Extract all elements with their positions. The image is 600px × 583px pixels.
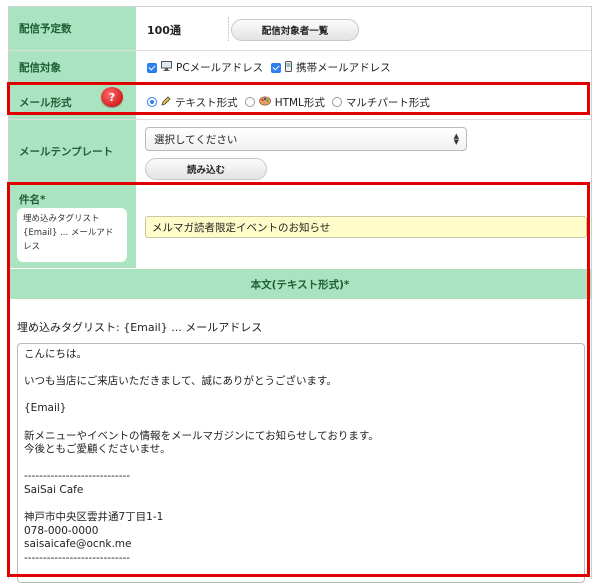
pc-mail-label: PCメールアドレス bbox=[176, 62, 264, 74]
recipient-list-button[interactable]: 配信対象者一覧 bbox=[231, 19, 359, 41]
body-line: ---------------------------- bbox=[24, 470, 131, 483]
text-format-label: テキスト形式 bbox=[175, 96, 238, 109]
row-mail-format: メール形式 ? テキスト形式 HTML形式 マルチパート形式 bbox=[9, 85, 591, 119]
subject-tag-list: 埋め込みタグリスト {Email} ... メールアドレス bbox=[17, 208, 127, 262]
mobile-phone-icon bbox=[285, 60, 293, 75]
body-line: saisaicafe@ocnk.me bbox=[24, 538, 132, 551]
row-delivery-count: 配信予定数 100通 配信対象者一覧 bbox=[9, 7, 591, 50]
mobile-mail-checkbox[interactable] bbox=[271, 62, 282, 73]
body-line bbox=[24, 389, 578, 403]
body-line: ---------------------------- bbox=[24, 551, 131, 564]
template-select[interactable]: 選択してください ▲ ▼ bbox=[145, 127, 467, 151]
pen-icon bbox=[161, 95, 171, 109]
delivery-count-label: 配信予定数 bbox=[9, 7, 136, 50]
body-line bbox=[24, 498, 578, 512]
load-template-button[interactable]: 読み込む bbox=[145, 158, 267, 180]
html-format-label: HTML形式 bbox=[274, 96, 325, 109]
tag-email[interactable]: {Email} ... メールアドレス bbox=[23, 226, 121, 254]
body-line: 今後ともご愛顧くださいませ。 bbox=[24, 443, 171, 456]
row-delivery-target: 配信対象 PCメールアドレス 携帯メールアドレス bbox=[9, 51, 591, 84]
palette-icon bbox=[258, 96, 271, 109]
mail-form: 配信予定数 100通 配信対象者一覧 配信対象 PCメールアドレス 携帯メールア… bbox=[8, 6, 592, 583]
select-arrows-icon: ▲ ▼ bbox=[453, 132, 459, 146]
text-format-radio[interactable] bbox=[147, 97, 157, 107]
pc-mail-checkbox[interactable] bbox=[147, 62, 157, 73]
help-icon[interactable]: ? bbox=[101, 87, 123, 107]
body-line: 新メニューやイベントの情報をメールマガジンにてお知らせしております。 bbox=[24, 429, 379, 442]
row-mail-template: メールテンプレート 選択してください ▲ ▼ 読み込む bbox=[9, 120, 591, 183]
body-line: 078-000-0000 bbox=[24, 524, 99, 537]
body-line: {Email} bbox=[24, 402, 67, 415]
multipart-format-label: マルチパート形式 bbox=[345, 96, 430, 109]
subject-label: 件名* bbox=[19, 194, 46, 206]
desktop-icon bbox=[161, 61, 172, 74]
body-line: いつも当店にご来店いただきまして、誠にありがとうございます。 bbox=[24, 375, 337, 388]
mobile-mail-label: 携帯メールアドレス bbox=[296, 62, 391, 74]
body-line: SaiSai Cafe bbox=[24, 483, 84, 496]
row-subject: 件名* 埋め込みタグリスト {Email} ... メールアドレス メルマガ読者… bbox=[9, 184, 591, 268]
multipart-format-radio[interactable] bbox=[331, 97, 342, 107]
divider bbox=[228, 17, 229, 41]
subject-input[interactable]: メルマガ読者限定イベントのお知らせ bbox=[145, 216, 587, 238]
body-section-header: 本文(テキスト形式)* bbox=[9, 269, 591, 299]
body-line: 神戸市中央区雲井通7丁目1-1 bbox=[24, 511, 164, 524]
body-tag-list: 埋め込みタグリスト: {Email} ... メールアドレス bbox=[17, 321, 263, 334]
mail-template-label: メールテンプレート bbox=[9, 120, 136, 183]
html-format-radio[interactable] bbox=[244, 97, 255, 107]
body-line: こんにちは。 bbox=[24, 348, 87, 360]
body-line bbox=[24, 362, 578, 376]
delivery-target-label: 配信対象 bbox=[9, 51, 136, 84]
body-line bbox=[24, 416, 578, 430]
delivery-count-value: 100通 bbox=[147, 24, 181, 37]
body-textarea[interactable]: こんにちは。 いつも当店にご来店いただきまして、誠にありがとうございます。 {E… bbox=[17, 343, 585, 583]
body-line bbox=[24, 457, 578, 471]
